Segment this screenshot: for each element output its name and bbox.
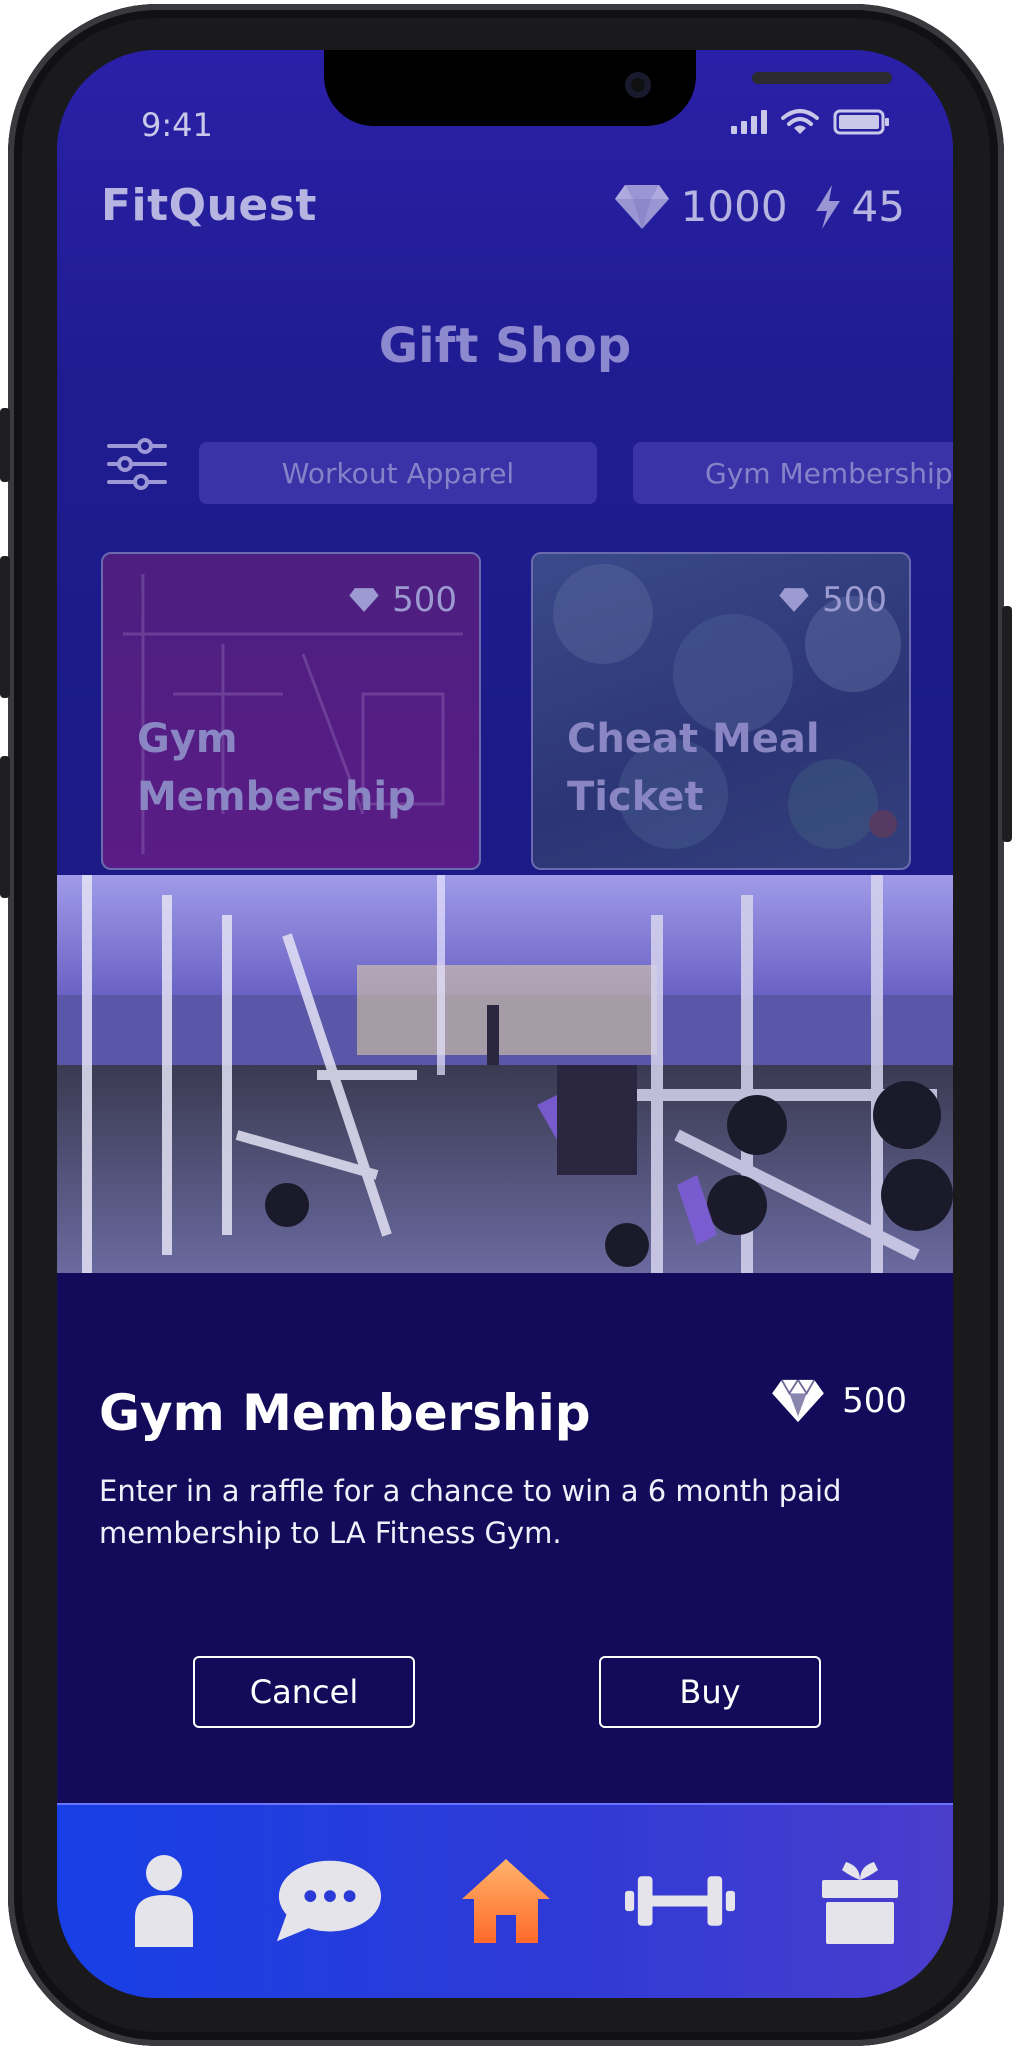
volume-down-button — [0, 756, 10, 898]
mute-switch — [0, 408, 10, 482]
shop-item-card[interactable]: 500 Gym Membership — [101, 552, 481, 870]
energy-balance: 45 — [814, 182, 905, 231]
volume-up-button — [0, 556, 10, 698]
item-price: 500 — [778, 580, 887, 620]
nav-home[interactable] — [451, 1846, 561, 1956]
cancel-button[interactable]: Cancel — [193, 1656, 415, 1728]
status-time: 9:41 — [141, 106, 213, 144]
gem-icon — [614, 184, 669, 229]
nav-workouts[interactable] — [625, 1846, 735, 1956]
chip-workout-apparel[interactable]: Workout Apparel — [199, 442, 597, 504]
energy-count: 45 — [851, 182, 905, 231]
chat-icon — [276, 1860, 382, 1942]
shop-item-card[interactable]: 500 Cheat Meal Ticket — [531, 552, 911, 870]
wifi-icon — [781, 109, 819, 134]
gem-icon — [349, 588, 379, 612]
home-icon — [462, 1859, 550, 1943]
detail-description: Enter in a raffle for a chance to win a … — [99, 1474, 842, 1550]
lightning-icon — [815, 184, 840, 229]
gift-icon — [822, 1862, 898, 1944]
item-name: Gym Membership — [137, 716, 416, 820]
chip-gym-membership[interactable]: Gym Membership — [633, 442, 953, 504]
camera-icon — [625, 72, 651, 98]
gem-icon — [779, 588, 809, 612]
item-price: 500 — [348, 580, 457, 620]
gym-interior-image — [57, 875, 953, 1273]
item-name: Cheat Meal Ticket — [567, 716, 820, 820]
power-button — [1002, 606, 1012, 842]
speaker-grille — [752, 72, 892, 84]
detail-price-value: 500 — [842, 1381, 907, 1421]
detail-price: 500 — [770, 1378, 907, 1424]
battery-icon — [833, 109, 889, 135]
item-hero-image — [57, 875, 953, 1273]
currency-bar: 1000 45 — [613, 182, 905, 231]
nav-chat[interactable] — [273, 1846, 383, 1956]
gem-icon — [772, 1378, 824, 1423]
app-title: FitQuest — [101, 180, 317, 231]
nav-gift-shop[interactable] — [805, 1846, 915, 1956]
filter-sliders-icon[interactable] — [105, 436, 169, 492]
status-icons — [731, 108, 891, 136]
page-title: Gift Shop — [378, 318, 632, 374]
dumbbell-icon — [625, 1876, 735, 1926]
detail-title: Gym Membership — [99, 1384, 591, 1442]
gem-balance: 1000 — [613, 182, 788, 231]
gem-count: 1000 — [680, 182, 788, 231]
profile-icon — [135, 1855, 193, 1947]
notch — [324, 50, 892, 126]
nav-profile[interactable] — [109, 1846, 219, 1956]
buy-button[interactable]: Buy — [599, 1656, 821, 1728]
signal-icon — [731, 110, 767, 134]
phone-screen: 9:41 FitQuest 1000 45 Gift Shop Workout … — [57, 50, 953, 1998]
